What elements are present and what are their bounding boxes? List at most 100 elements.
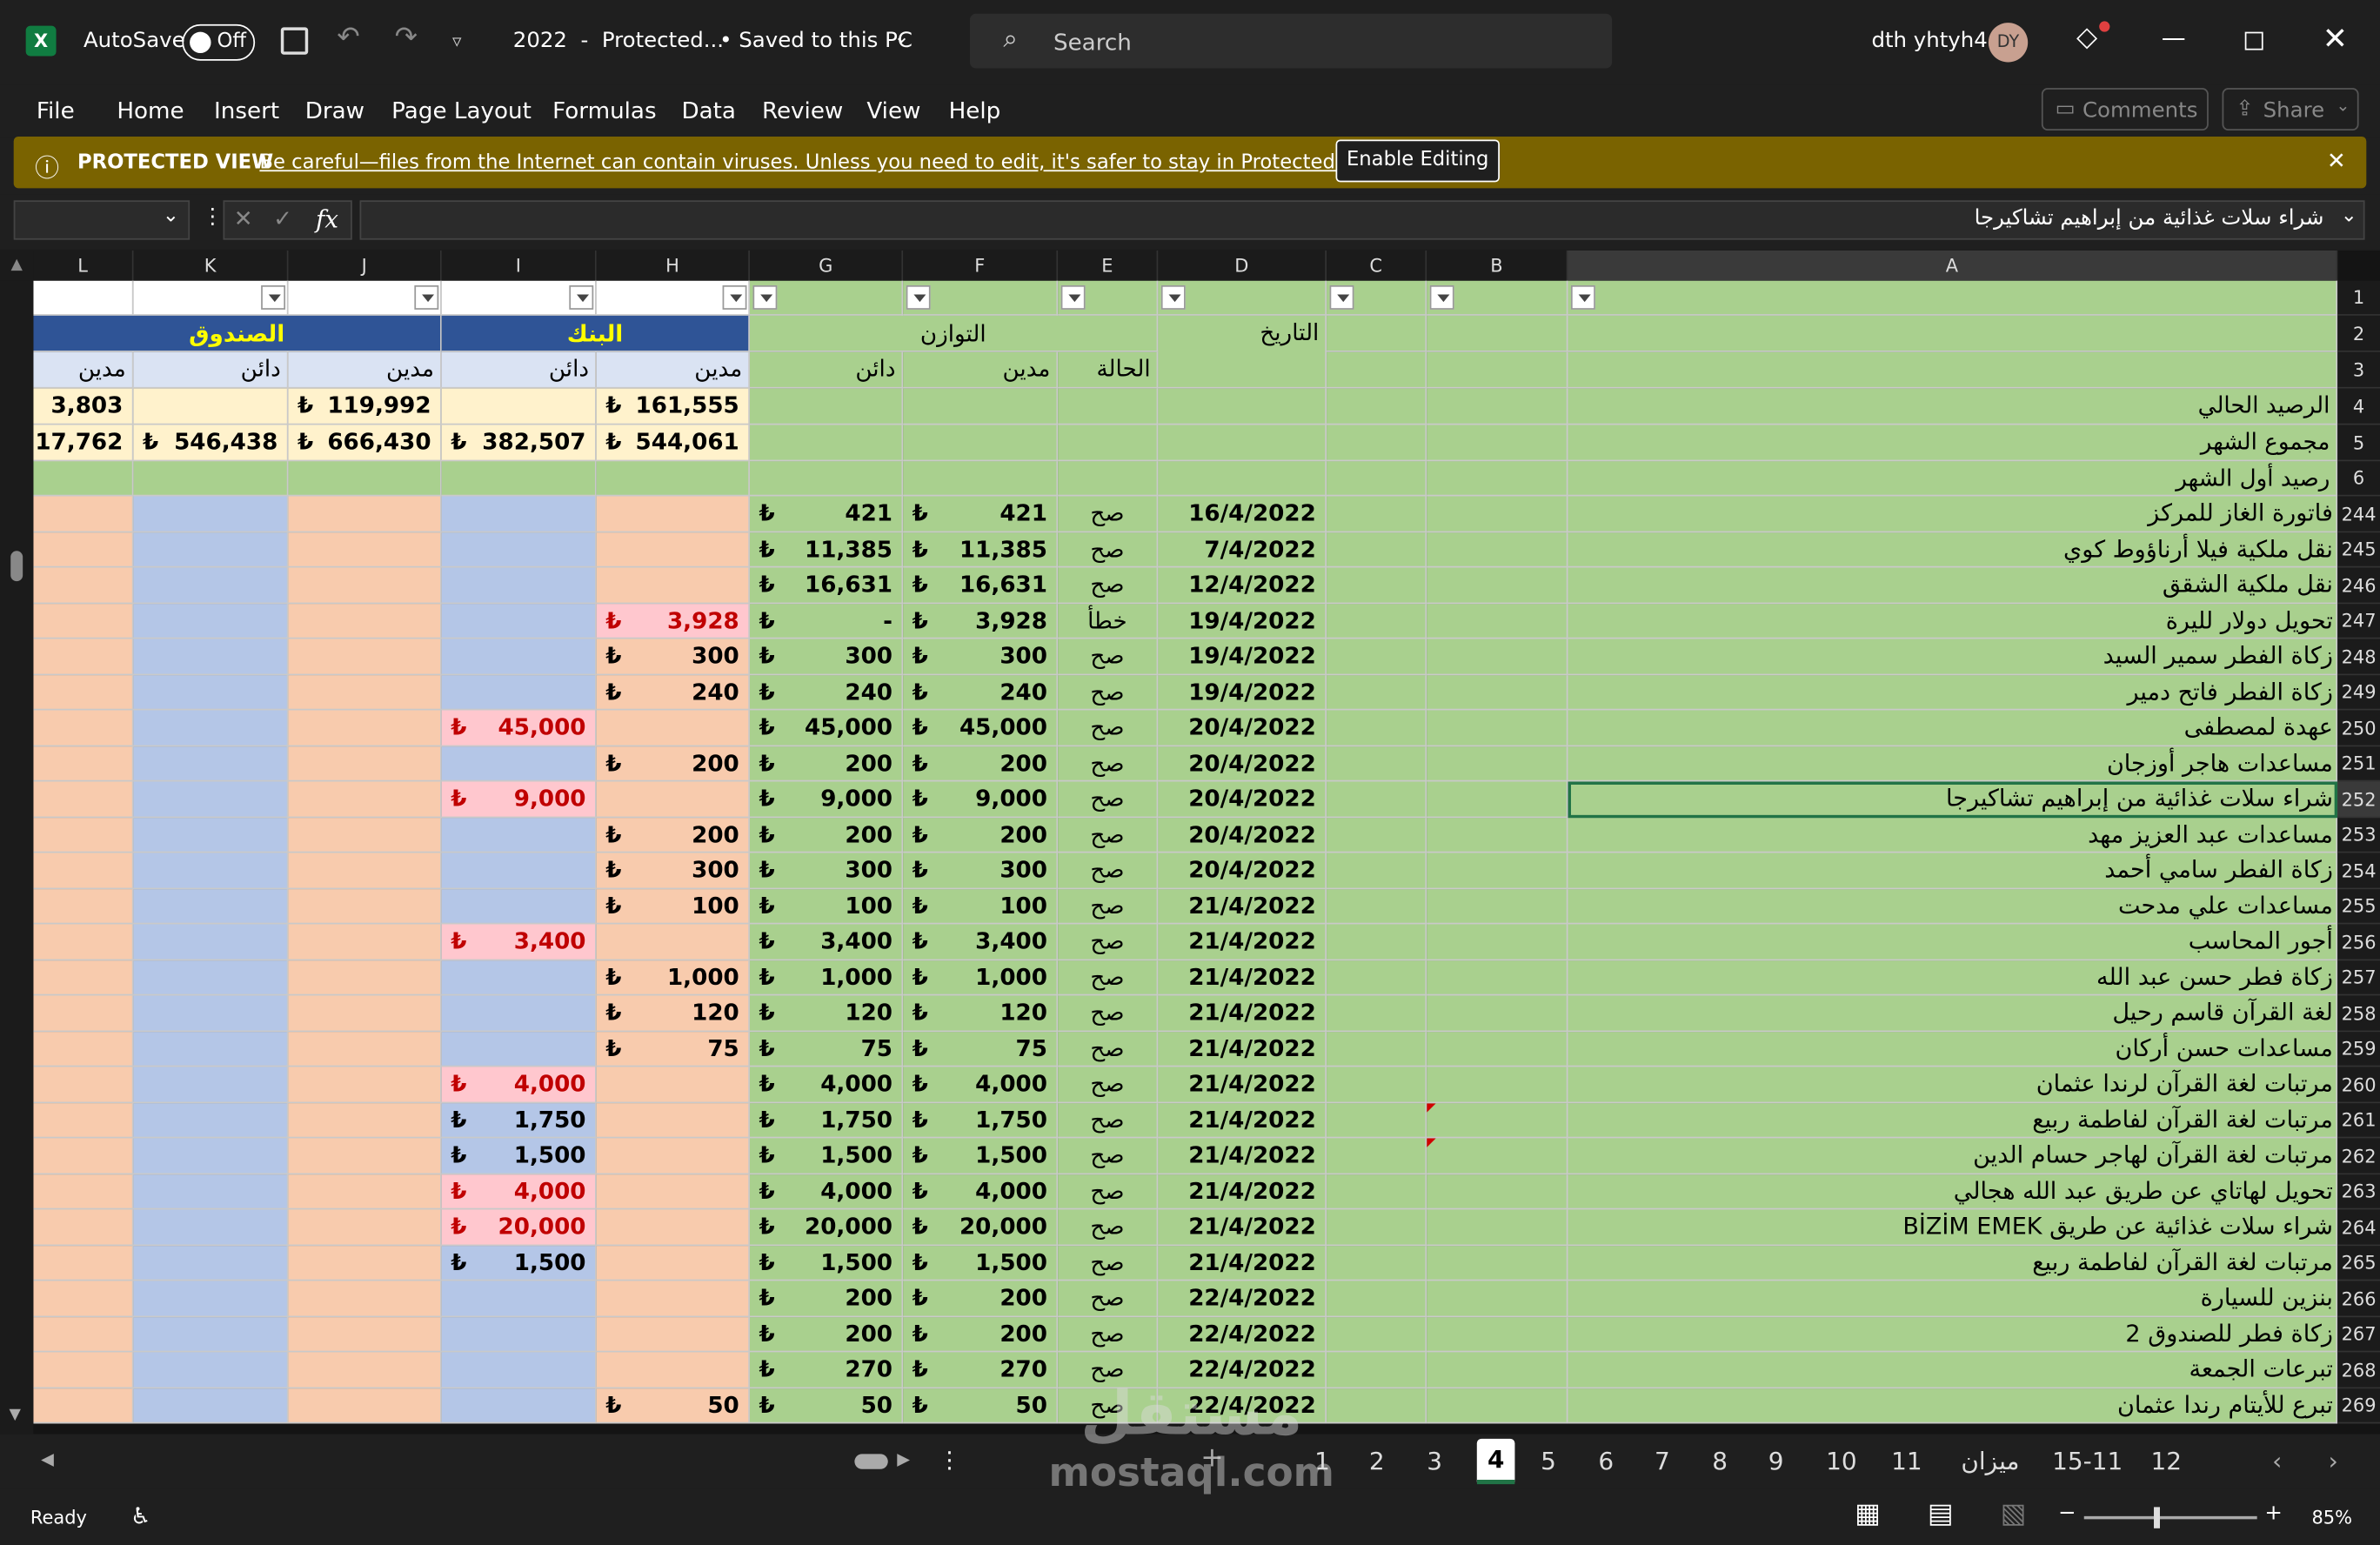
cell-b[interactable] <box>1427 710 1568 747</box>
balance-credit-cell[interactable]: 9,000 ₺ <box>749 781 904 819</box>
status-cell[interactable]: خطأ <box>1058 604 1159 639</box>
description-cell[interactable]: مساعدات هاجر أوزجان <box>1568 746 2338 782</box>
cell-c[interactable] <box>1327 675 1427 711</box>
cell-l[interactable] <box>33 889 134 925</box>
date-cell[interactable]: 21/4/2022 <box>1158 1246 1327 1281</box>
bank-credit-cell[interactable] <box>441 532 597 568</box>
cell-e[interactable] <box>1058 461 1159 497</box>
cell-d[interactable] <box>1158 461 1327 497</box>
summary-cell[interactable] <box>133 461 289 497</box>
cell-b[interactable] <box>1427 1103 1568 1139</box>
balance-credit-cell[interactable]: 300 ₺ <box>749 853 904 890</box>
status-cell[interactable]: صح <box>1058 496 1159 533</box>
cell-b[interactable] <box>1427 1281 1568 1318</box>
cell-k[interactable] <box>133 1209 289 1247</box>
date-cell[interactable]: 12/4/2022 <box>1158 567 1327 605</box>
menu-review[interactable]: Review <box>762 97 843 124</box>
page-layout-view-icon[interactable]: ▤ <box>1928 1498 1954 1530</box>
cell-j[interactable] <box>288 1067 442 1104</box>
date-cell[interactable]: 19/4/2022 <box>1158 604 1327 639</box>
cell-b[interactable] <box>1427 496 1568 533</box>
bank-credit-cell[interactable] <box>441 889 597 925</box>
bank-debit-cell[interactable] <box>596 1317 750 1353</box>
description-cell[interactable]: مساعدات حسن أركان <box>1568 1032 2338 1067</box>
debit-label[interactable]: مدين <box>903 351 1059 389</box>
filter-dropdown-icon[interactable] <box>1060 284 1086 310</box>
cell-g[interactable] <box>749 461 904 497</box>
cell-c[interactable] <box>1327 960 1427 996</box>
cell-k[interactable] <box>133 1032 289 1067</box>
row-header[interactable]: 249 <box>2337 675 2380 711</box>
balance-debit-cell[interactable]: 4,000 ₺ <box>903 1067 1059 1104</box>
description-cell[interactable]: زكاة فطر حسن عبد الله <box>1568 960 2338 996</box>
customize-qat-icon[interactable]: ▿ <box>452 30 462 51</box>
cell-c[interactable] <box>1327 425 1427 462</box>
cell-b[interactable] <box>1427 818 1568 853</box>
cell-j[interactable] <box>288 1246 442 1281</box>
cell-j[interactable] <box>288 1352 442 1389</box>
row-header[interactable]: 262 <box>2337 1138 2380 1175</box>
bank-credit-cell[interactable] <box>441 1032 597 1067</box>
bank-credit-cell[interactable] <box>441 567 597 605</box>
cell-c[interactable] <box>1327 1388 1427 1424</box>
add-sheet-icon[interactable]: + <box>1200 1441 1223 1474</box>
debit-label[interactable]: مدين <box>596 351 750 389</box>
row-header[interactable]: 258 <box>2337 995 2380 1033</box>
balance-credit-cell[interactable]: 11,385 ₺ <box>749 532 904 568</box>
balance-credit-cell[interactable]: 200 ₺ <box>749 818 904 853</box>
cell-l[interactable] <box>33 639 134 676</box>
formula-input[interactable]: شراء سلات غذائية من إبراهيم تشاكيرجا ⌄ <box>359 200 2365 240</box>
status-cell[interactable]: صح <box>1058 1174 1159 1210</box>
cell-c[interactable] <box>1327 995 1427 1033</box>
cell-k[interactable] <box>133 781 289 819</box>
sheet-tab-11[interactable]: 11 <box>1891 1447 1922 1475</box>
status-cell[interactable]: صح <box>1058 746 1159 782</box>
cell-k[interactable] <box>133 746 289 782</box>
cell-e[interactable] <box>1058 425 1159 462</box>
sheet-tab-9[interactable]: 9 <box>1768 1447 1784 1475</box>
cell-b[interactable] <box>1427 1067 1568 1104</box>
cell-j[interactable] <box>288 1103 442 1139</box>
cell-b[interactable] <box>1427 1032 1568 1067</box>
bank-debit-cell[interactable] <box>596 532 750 568</box>
cell-c[interactable] <box>1327 351 1427 389</box>
summary-cell[interactable]: 161,555 ₺ <box>596 388 750 425</box>
status-cell[interactable]: صح <box>1058 924 1159 961</box>
column-header-d[interactable]: D <box>1158 250 1327 281</box>
status-cell[interactable]: صح <box>1058 1032 1159 1067</box>
bank-credit-cell[interactable] <box>441 604 597 639</box>
bank-credit-cell[interactable] <box>441 1317 597 1353</box>
cell-d[interactable] <box>1158 425 1327 462</box>
bank-debit-cell[interactable] <box>596 496 750 533</box>
bank-debit-cell[interactable] <box>596 1103 750 1139</box>
status-cell[interactable]: صح <box>1058 1388 1159 1424</box>
cell-b[interactable] <box>1427 1352 1568 1389</box>
cell-b[interactable] <box>1427 567 1568 605</box>
status-cell[interactable]: صح <box>1058 567 1159 605</box>
bank-credit-cell[interactable]: 1,500 ₺ <box>441 1246 597 1281</box>
sheet-tab-6[interactable]: 6 <box>1598 1447 1614 1475</box>
redo-icon[interactable]: ↷ <box>395 21 418 53</box>
sheet-tab-10[interactable]: 10 <box>1826 1447 1857 1475</box>
balance-credit-cell[interactable]: 50 ₺ <box>749 1388 904 1424</box>
bank-debit-cell[interactable] <box>596 781 750 819</box>
cell-a[interactable] <box>1568 351 2338 389</box>
bank-debit-cell[interactable] <box>596 1174 750 1210</box>
filter-dropdown-icon[interactable] <box>722 284 747 310</box>
description-cell[interactable]: تحويل دولار لليرة <box>1568 604 2338 639</box>
bank-debit-cell[interactable]: 200 ₺ <box>596 818 750 853</box>
summary-cell[interactable] <box>133 388 289 425</box>
date-cell[interactable]: 22/4/2022 <box>1158 1281 1327 1318</box>
menu-file[interactable]: File <box>37 97 75 124</box>
row-header[interactable]: 260 <box>2337 1067 2380 1104</box>
cell-j[interactable] <box>288 960 442 996</box>
spreadsheet-grid[interactable]: ▲ LKJIHGFEDCBA الصندوق البنك التوازن التاري… <box>0 250 2380 1435</box>
date-cell[interactable]: 22/4/2022 <box>1158 1388 1327 1424</box>
menu-data[interactable]: Data <box>681 97 736 124</box>
balance-debit-cell[interactable]: 1,750 ₺ <box>903 1103 1059 1139</box>
cell-l[interactable] <box>33 995 134 1033</box>
credit-label[interactable]: دائن <box>133 351 289 389</box>
cell-k[interactable] <box>133 818 289 853</box>
undo-icon[interactable]: ↶ <box>337 21 359 53</box>
balance-credit-cell[interactable]: 100 ₺ <box>749 889 904 925</box>
